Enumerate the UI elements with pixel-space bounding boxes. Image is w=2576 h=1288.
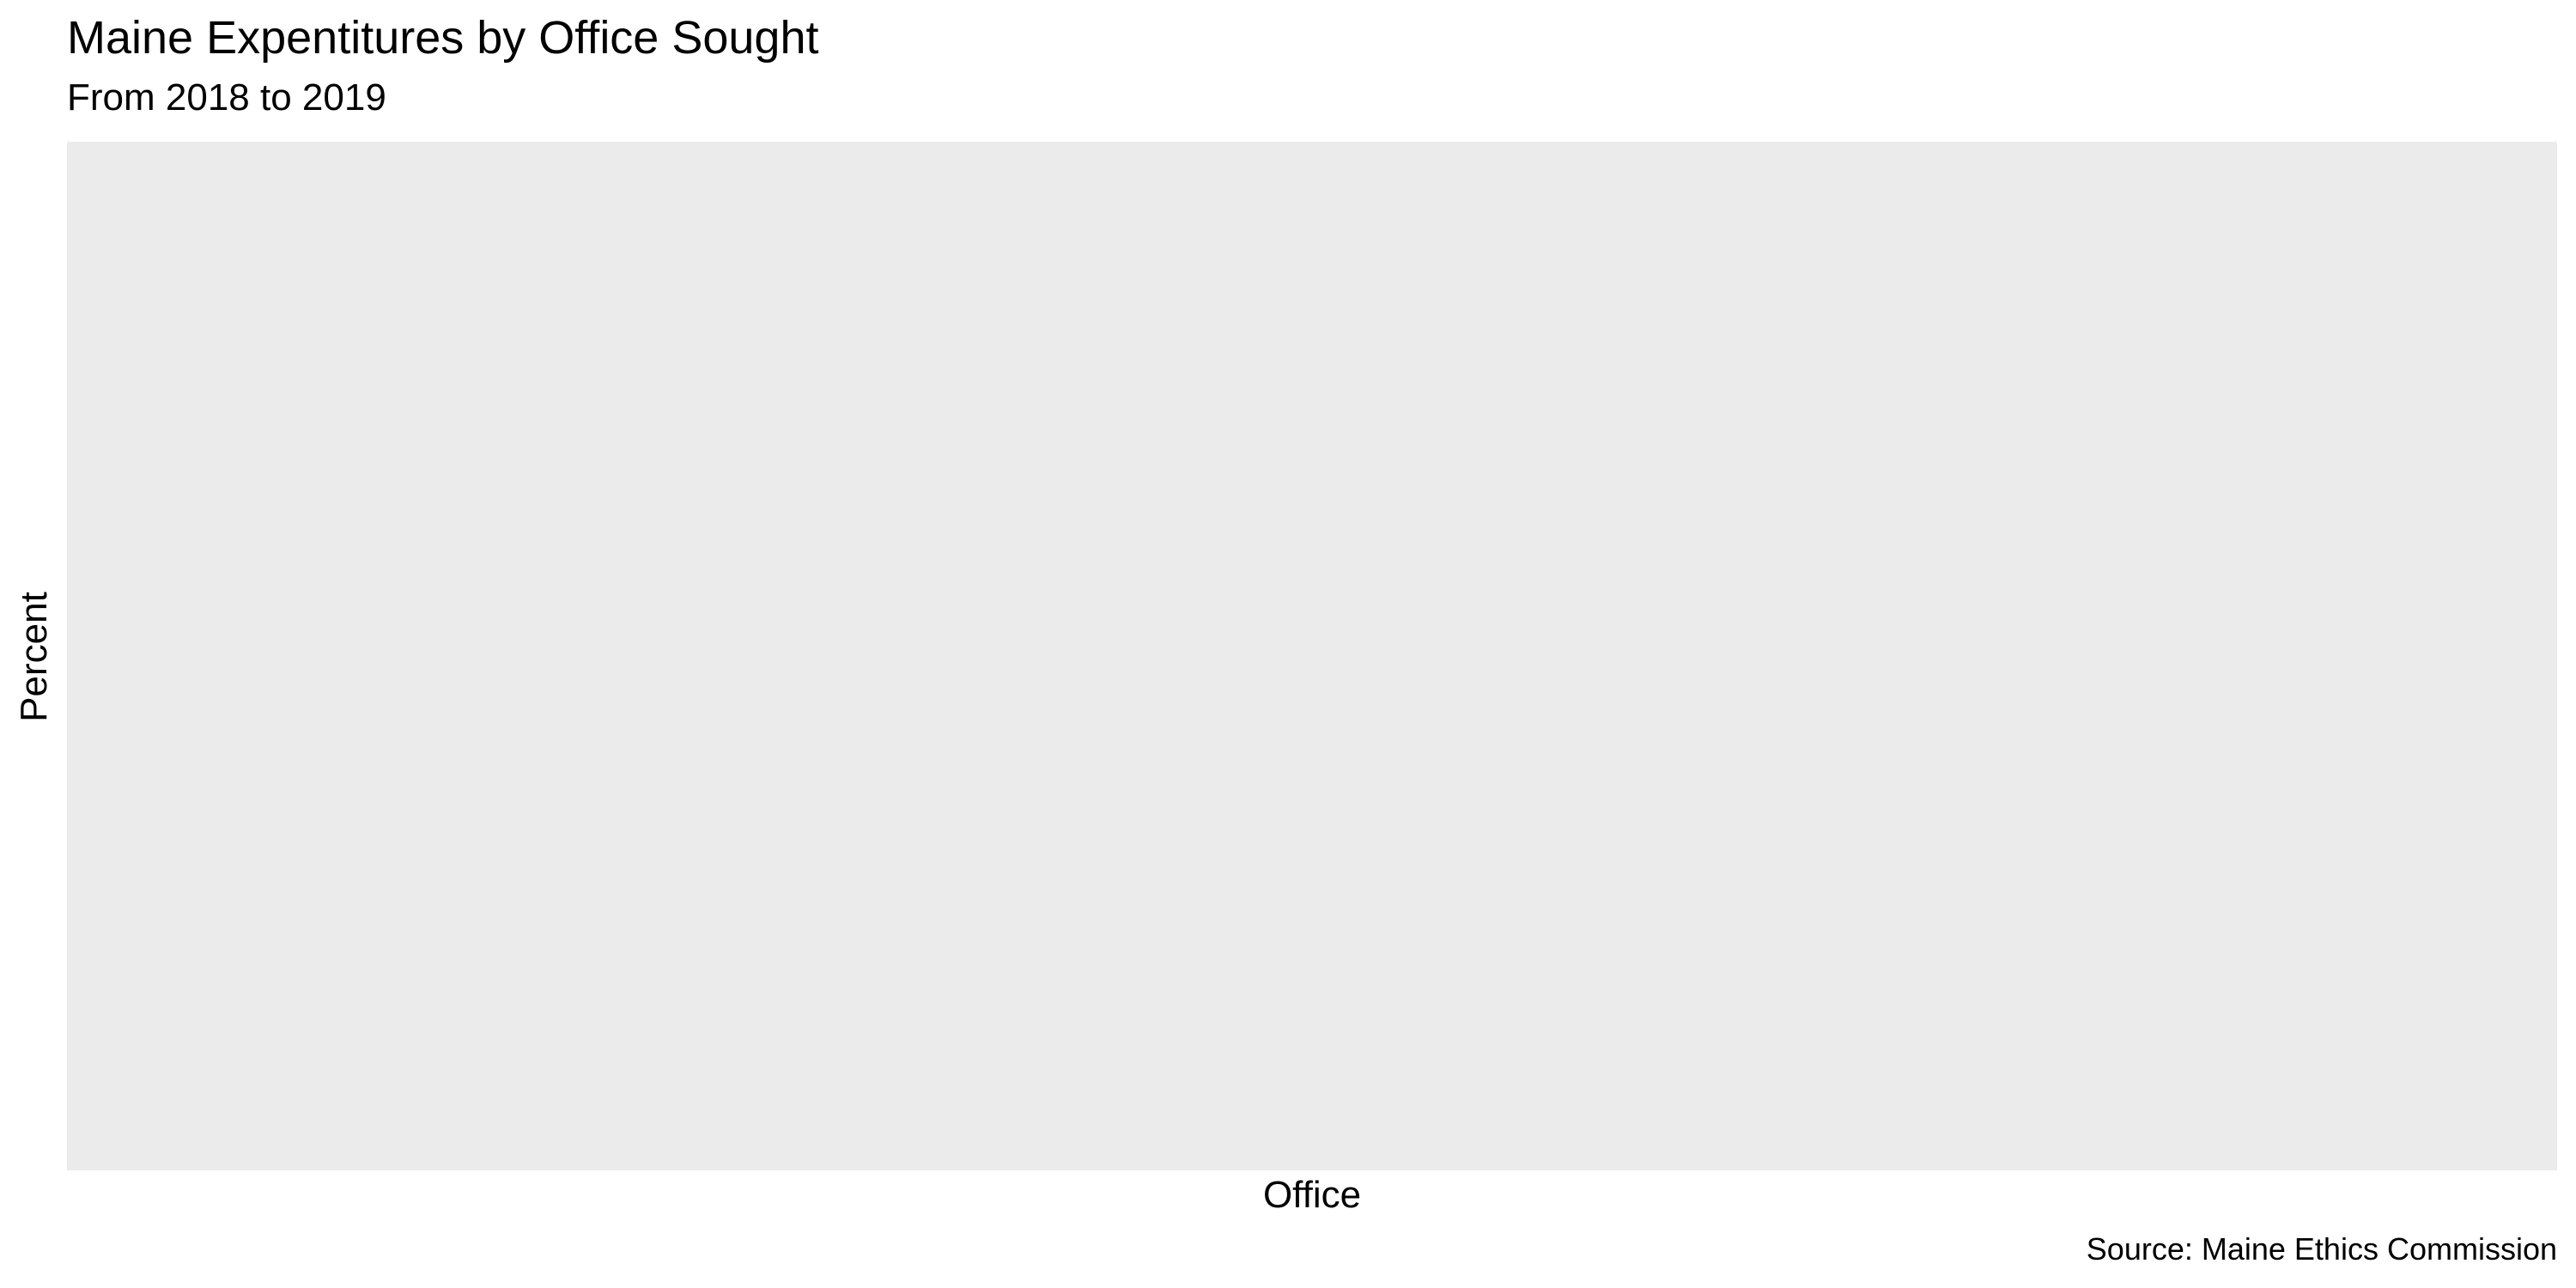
y-axis-label: Percent xyxy=(13,592,55,722)
plot-area xyxy=(67,142,2557,1170)
chart: Maine Expentitures by Office Sought From… xyxy=(0,0,2576,1288)
chart-subtitle: From 2018 to 2019 xyxy=(67,76,386,118)
plot-panel xyxy=(67,142,2557,1170)
chart-title: Maine Expentitures by Office Sought xyxy=(67,12,819,64)
x-axis-label: Office xyxy=(1262,1174,1362,1216)
chart-caption: Source: Maine Ethics Commission xyxy=(2086,1231,2557,1267)
